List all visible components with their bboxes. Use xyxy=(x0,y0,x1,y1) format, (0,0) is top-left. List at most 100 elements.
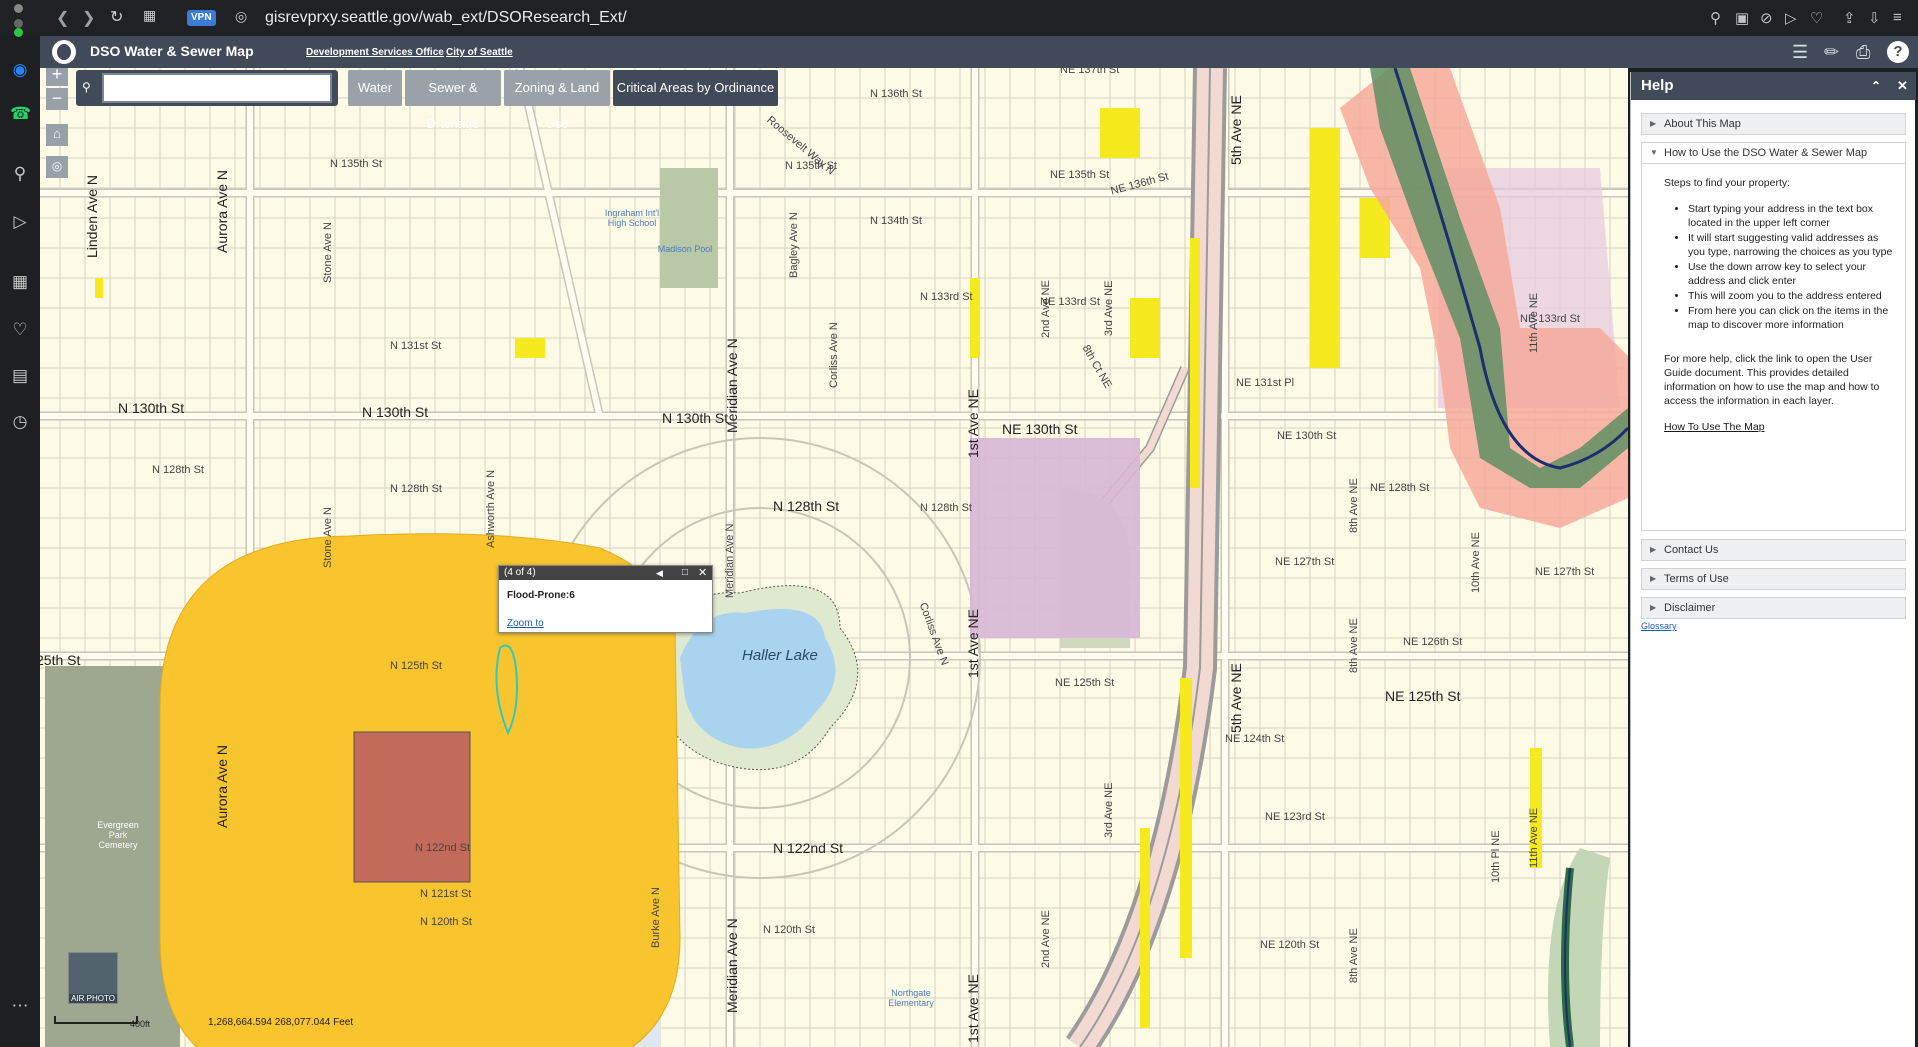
tabs-grid-icon[interactable]: ▦ xyxy=(143,7,156,24)
download-icon[interactable]: ⇩ xyxy=(1868,9,1881,27)
cemetery-label: Evergreen Park Cemetery xyxy=(97,820,139,850)
tab-water[interactable]: Water xyxy=(348,70,402,106)
street-label: 8th Ave NE xyxy=(1348,478,1360,533)
sidebar-dock: ◉ ☎ ⚲ ▷ ▦ ♡ ▤ ◷ ⋯ xyxy=(0,4,40,1047)
close-icon[interactable]: ✕ xyxy=(1897,72,1908,100)
maximize-icon[interactable]: □ xyxy=(682,566,688,580)
block-icon[interactable]: ⊘ xyxy=(1760,9,1773,27)
street-label: N 128th St xyxy=(773,498,840,514)
window-dot-icon[interactable] xyxy=(14,4,23,13)
street-label: 10th Ave NE xyxy=(1470,532,1482,593)
tab-sewer-drainage[interactable]: Sewer & Drainage xyxy=(405,70,501,131)
street-label: 1st Ave NE xyxy=(965,973,981,1043)
lake-label: Haller Lake xyxy=(742,647,818,664)
accordion-contact[interactable]: ▶ Contact Us xyxy=(1641,539,1906,561)
chevron-down-icon: ▼ xyxy=(1650,148,1658,157)
zoom-in-button[interactable]: + xyxy=(46,68,68,86)
street-label: N 134th St xyxy=(870,215,922,227)
prev-icon[interactable]: ◀ xyxy=(656,566,663,580)
accordion-how-to[interactable]: ▼ How to Use the DSO Water & Sewer Map xyxy=(1641,142,1906,164)
window-dot-icon[interactable] xyxy=(14,28,23,37)
reload-icon[interactable]: ↻ xyxy=(110,7,123,27)
chevron-right-icon: ▶ xyxy=(1650,545,1657,554)
app-title: DSO Water & Sewer Map xyxy=(90,43,254,59)
street-label: 1st Ave NE xyxy=(965,388,981,458)
forward-icon[interactable]: ❯ xyxy=(82,8,95,28)
accordion-terms[interactable]: ▶ Terms of Use xyxy=(1641,568,1906,590)
coordinates-readout: 1,268,664.594 268,077.044 Feet xyxy=(208,1017,354,1028)
window-dot-icon[interactable] xyxy=(14,19,23,28)
history-icon[interactable]: ◷ xyxy=(10,412,30,432)
accordion-about[interactable]: ▶ About This Map xyxy=(1641,113,1906,135)
heart-icon[interactable]: ♡ xyxy=(1810,9,1823,27)
back-icon[interactable]: ❮ xyxy=(56,8,69,28)
whatsapp-icon[interactable]: ☎ xyxy=(10,104,31,124)
air-photo-label: AIR PHOTO xyxy=(69,994,117,1003)
locate-button[interactable]: ◎ xyxy=(46,156,68,178)
map-canvas[interactable]: N 136th St NE 137th St NE 136th St N 135… xyxy=(40,68,1628,1047)
search-icon[interactable]: ⚲ xyxy=(1710,9,1721,27)
street-label: 5th Ave NE xyxy=(1228,663,1244,733)
list-item: This will zoom you to the address entere… xyxy=(1688,289,1895,303)
street-label: 3rd Ave NE xyxy=(1103,280,1115,336)
chevron-right-icon: ▶ xyxy=(1650,119,1657,128)
collapse-icon[interactable]: ⌃ xyxy=(1871,72,1881,100)
help-icon[interactable]: ? xyxy=(1887,41,1909,63)
glossary-link[interactable]: Glossary xyxy=(1641,621,1677,631)
search-icon[interactable]: ⚲ xyxy=(10,164,30,184)
address-search-input[interactable] xyxy=(102,73,332,103)
heart-icon[interactable]: ♡ xyxy=(10,320,30,340)
how-to-use-link[interactable]: How To Use The Map xyxy=(1664,420,1895,434)
dso-link[interactable]: Development Services Office xyxy=(306,47,444,58)
search-icon[interactable]: ⚲ xyxy=(82,80,91,94)
zoom-out-button[interactable]: − xyxy=(46,88,68,110)
more-icon[interactable]: ⋯ xyxy=(10,996,30,1016)
street-label: N 130th St xyxy=(662,410,729,426)
street-label: Stone Ave N xyxy=(322,222,334,283)
send-icon[interactable]: ▷ xyxy=(1785,9,1797,27)
street-label: 11th Ave NE xyxy=(1528,807,1540,868)
list-item: Use the down arrow key to select your ad… xyxy=(1688,260,1895,288)
accordion-label: Disclaimer xyxy=(1664,602,1716,614)
vpn-badge[interactable]: VPN xyxy=(187,10,216,26)
tab-zoning[interactable]: Zoning & Land Use xyxy=(504,70,610,131)
browser-toolbar: ❮ ❯ ↻ ▦ VPN ◎ gisrevprxy.seattle.gov/wab… xyxy=(0,0,1918,36)
street-label: Bagley Ave N xyxy=(788,212,800,278)
street-label: N 120th St xyxy=(763,924,815,936)
street-label: N 135th St xyxy=(330,158,382,170)
send-icon[interactable]: ▷ xyxy=(10,212,30,232)
street-label: 25th St xyxy=(40,652,81,668)
street-label: N 122nd St xyxy=(773,840,844,856)
grid-icon[interactable]: ▦ xyxy=(10,272,30,292)
menu-icon[interactable]: ≡ xyxy=(1893,9,1902,26)
street-label: 8th Ave NE xyxy=(1348,618,1360,673)
print-icon[interactable]: ⎙ xyxy=(1856,42,1870,63)
street-label: NE 123rd St xyxy=(1265,811,1325,823)
basemap-toggle-button[interactable]: AIR PHOTO xyxy=(68,952,118,1004)
layer-list-icon[interactable]: ☰ xyxy=(1792,42,1808,63)
school-label: Northgate Elementary xyxy=(888,988,934,1008)
help-content: Steps to find your property: Start typin… xyxy=(1641,164,1906,531)
street-label: NE 124th St xyxy=(1225,733,1285,745)
street-label: 11th Ave NE xyxy=(1528,292,1540,353)
street-label: Aurora Ave N xyxy=(214,744,230,828)
measure-icon[interactable]: ✏ xyxy=(1824,42,1839,63)
camera-icon[interactable]: ▣ xyxy=(1735,9,1749,27)
accordion-label: Contact Us xyxy=(1664,544,1719,556)
close-icon[interactable]: ✕ xyxy=(698,566,707,580)
city-link[interactable]: City of Seattle xyxy=(446,47,513,58)
street-label: Burke Ave N xyxy=(650,887,662,948)
street-label: N 122nd St xyxy=(415,842,471,854)
street-label: NE 125th St xyxy=(1385,688,1461,704)
zoom-to-link[interactable]: Zoom to xyxy=(507,618,544,629)
scale-bar xyxy=(54,1016,138,1024)
messenger-icon[interactable]: ◉ xyxy=(10,60,30,80)
accordion-disclaimer[interactable]: ▶ Disclaimer xyxy=(1641,597,1906,619)
share-icon[interactable]: ⇪ xyxy=(1843,9,1856,27)
notes-icon[interactable]: ▤ xyxy=(10,366,30,386)
street-label: 8th Ave NE xyxy=(1348,928,1360,983)
address-bar[interactable]: gisrevprxy.seattle.gov/wab_ext/DSOResear… xyxy=(265,9,627,27)
list-item: It will start suggesting valid addresses… xyxy=(1688,231,1895,259)
home-button[interactable]: ⌂ xyxy=(46,124,68,146)
tab-critical-areas[interactable]: Critical Areas by Ordinance xyxy=(613,70,778,106)
